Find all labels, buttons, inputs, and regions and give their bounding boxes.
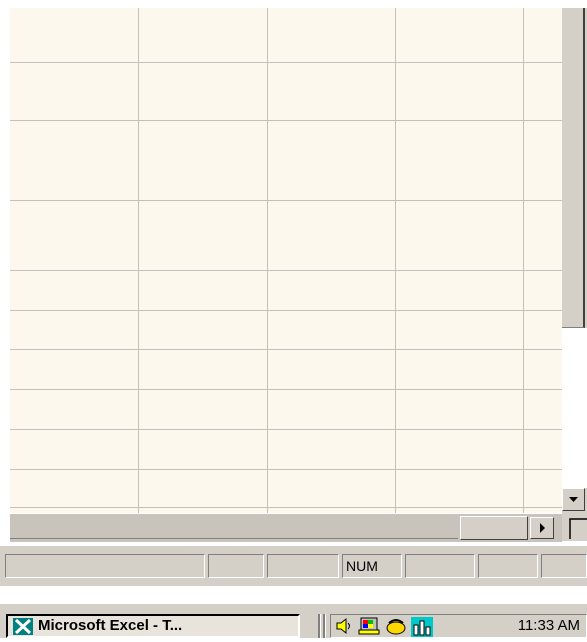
gridline-row [10, 389, 562, 390]
gridline-row [10, 120, 562, 121]
gridline-row [10, 200, 562, 201]
horizontal-scrollbar[interactable] [10, 513, 562, 542]
scrollbar-corner [562, 513, 587, 541]
gridline-row [10, 349, 562, 350]
status-panel [208, 554, 264, 578]
status-bar: NUM [0, 545, 587, 586]
gridline-row [10, 507, 562, 508]
scroll-right-button[interactable] [530, 517, 554, 539]
vertical-scroll-track[interactable] [562, 328, 587, 488]
gridline-col [138, 8, 139, 513]
gridline-col [523, 8, 524, 513]
performance-meter-icon[interactable] [411, 617, 433, 637]
taskbar-excel-label: Microsoft Excel - T... [38, 617, 183, 634]
status-panel [267, 554, 339, 578]
arrow-right-icon [540, 523, 545, 533]
horizontal-scroll-thumb[interactable] [460, 516, 528, 540]
taskbar-separator [323, 614, 326, 638]
status-panel [405, 554, 475, 578]
gridline-row [10, 270, 562, 271]
num-lock-indicator: NUM [342, 554, 402, 578]
status-message-panel [5, 554, 205, 578]
taskbar: Microsoft Excel - T... 11:33 AM [0, 602, 587, 638]
system-tray: 11:33 AM [330, 614, 587, 638]
display-settings-icon[interactable] [357, 617, 383, 635]
gridline-row [10, 469, 562, 470]
status-panel [478, 554, 538, 578]
resize-corner-icon [569, 518, 587, 539]
taskbar-clock[interactable]: 11:33 AM [518, 617, 580, 635]
gridline-row [10, 429, 562, 430]
scroll-down-button[interactable] [562, 488, 585, 511]
gridline-col [395, 8, 396, 513]
status-panel [541, 554, 587, 578]
gridline-row [10, 62, 562, 63]
spreadsheet-grid[interactable] [10, 8, 562, 513]
taskbar-separator [318, 614, 321, 638]
phone-dialer-icon[interactable] [385, 617, 409, 635]
gridline-row [10, 310, 562, 311]
arrow-down-icon [569, 497, 578, 502]
taskbar-excel-button[interactable]: Microsoft Excel - T... [6, 614, 300, 638]
sheet-tab-area[interactable] [10, 516, 458, 539]
excel-icon [13, 618, 33, 635]
gridline-col [267, 8, 268, 513]
volume-icon[interactable] [335, 617, 353, 635]
vertical-scrollbar[interactable] [562, 8, 587, 513]
vertical-scroll-thumb[interactable] [562, 8, 585, 328]
